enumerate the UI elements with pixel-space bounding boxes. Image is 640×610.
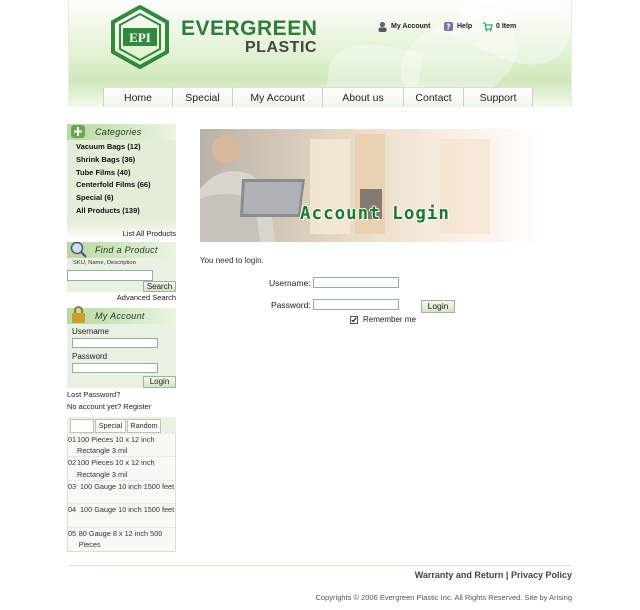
- product-search-input[interactable]: [67, 269, 153, 281]
- svg-text:?: ?: [446, 23, 451, 32]
- brand-name-line2: PLASTIC: [245, 39, 317, 56]
- nav-support[interactable]: Support: [463, 87, 533, 107]
- password-label: Password: [72, 351, 108, 361]
- find-product-title: Find a Product: [95, 244, 158, 255]
- check-icon: [351, 316, 357, 322]
- list-item[interactable]: 02 100 Pieces 10 x 12 inch Rectangle 3 m…: [68, 457, 175, 481]
- list-item[interactable]: 04 100 Gauge 10 inch 1500 feet: [68, 504, 175, 528]
- item-text: 80 Gauge 8 x 12 inch 500 Pieces: [78, 528, 163, 550]
- username-row: Username:: [269, 277, 399, 288]
- nav-home[interactable]: Home: [103, 87, 172, 107]
- sidebar-login-button[interactable]: Login: [143, 375, 176, 388]
- item-number: 03: [68, 481, 77, 491]
- password-row: Password:: [271, 299, 399, 310]
- category-item[interactable]: All Products (139): [76, 205, 176, 218]
- account-login-banner: Account Login: [200, 129, 542, 242]
- sidebar-username-input[interactable]: [72, 337, 158, 348]
- item-number: 04: [68, 505, 77, 515]
- product-tabs: Special Random: [67, 416, 176, 434]
- copyright-text: Copyrights © 2006 Evergreen Plastic Inc.…: [315, 593, 572, 602]
- tab-special[interactable]: Special: [95, 418, 126, 433]
- category-item[interactable]: Special (6): [76, 192, 176, 205]
- nav-about-us[interactable]: About us: [322, 87, 403, 107]
- remember-checkbox[interactable]: [350, 315, 358, 324]
- category-item[interactable]: Centerfold Films (66): [76, 179, 176, 192]
- item-number: 01: [68, 434, 77, 444]
- item-number: 05: [68, 528, 77, 538]
- item-text: 100 Gauge 10 inch 1500 feet: [80, 505, 175, 515]
- lost-password-link[interactable]: Lost Password?: [67, 389, 176, 401]
- item-text: 100 Pieces 10 x 12 inch Rectangle 3 mil: [77, 434, 155, 456]
- footer-divider: [68, 565, 572, 566]
- banner-title: Account Login: [300, 204, 450, 224]
- remember-row: Remember me: [350, 315, 416, 324]
- brand-name-line1: EVERGREEN: [181, 17, 318, 40]
- user-icon: [378, 21, 387, 32]
- category-item[interactable]: Tube Films (40): [76, 167, 176, 180]
- tab-blank[interactable]: [70, 418, 94, 433]
- find-product-body: SKU, Name, Description Search: [67, 257, 176, 292]
- password-label: Password:: [271, 299, 311, 310]
- list-all-products-link[interactable]: List All Products: [67, 220, 176, 240]
- categories-header: Categories: [67, 124, 176, 140]
- nav-contact[interactable]: Contact: [403, 87, 463, 107]
- top-link-my-account[interactable]: My Account: [377, 21, 430, 32]
- login-button[interactable]: Login: [421, 300, 455, 313]
- login-box: Username Password Login: [67, 323, 176, 388]
- username-input[interactable]: [312, 277, 399, 288]
- password-input[interactable]: [312, 299, 399, 310]
- site-header: EPI EVERGREEN PLASTIC My Account ? Help …: [68, 0, 572, 107]
- logo-text: EPI: [129, 30, 151, 45]
- register-link[interactable]: No account yet? Register: [67, 401, 176, 413]
- warranty-link[interactable]: Warranty and Return: [415, 570, 504, 580]
- sidebar: Categories Vacuum Bags (12) Shrink Bags …: [67, 124, 176, 553]
- tab-random[interactable]: Random: [127, 418, 161, 433]
- product-list: 01 100 Pieces 10 x 12 inch Rectangle 3 m…: [67, 433, 176, 553]
- main-nav: Home Special My Account About us Contact…: [103, 87, 533, 107]
- username-label: Username:: [269, 277, 311, 288]
- search-button[interactable]: Search: [143, 280, 176, 292]
- nav-my-account[interactable]: My Account: [232, 87, 322, 107]
- login-required-message: You need to login.: [200, 256, 264, 265]
- logo-icon[interactable]: EPI: [109, 5, 171, 69]
- remember-label: Remember me: [363, 315, 416, 324]
- search-hint: SKU, Name, Description: [73, 259, 136, 266]
- top-link-label: Help: [457, 23, 473, 30]
- top-link-cart[interactable]: 0 Item: [482, 21, 516, 32]
- list-item[interactable]: 05 80 Gauge 8 x 12 inch 500 Pieces: [68, 527, 175, 552]
- footer-separator: |: [505, 570, 509, 580]
- my-account-header: My Account: [67, 305, 176, 324]
- find-product-header: Find a Product: [67, 241, 176, 258]
- top-link-help[interactable]: ? Help: [443, 21, 472, 32]
- help-icon: ?: [444, 22, 453, 32]
- banner-photo-icon: [200, 129, 542, 242]
- sidebar-password-input[interactable]: [72, 362, 158, 373]
- nav-special[interactable]: Special: [172, 87, 232, 107]
- top-link-label: 0 Item: [496, 23, 517, 30]
- category-item[interactable]: Vacuum Bags (12): [76, 141, 176, 154]
- lock-icon: [72, 305, 85, 323]
- category-list: Vacuum Bags (12) Shrink Bags (36) Tube F…: [67, 140, 176, 221]
- list-item[interactable]: 03 100 Gauge 10 inch 1500 feet: [68, 480, 175, 505]
- cart-icon: [483, 22, 493, 32]
- privacy-link[interactable]: Privacy Policy: [511, 570, 572, 580]
- categories-icon: [71, 125, 85, 138]
- magnifier-icon: [70, 241, 87, 258]
- my-account-title: My Account: [95, 310, 145, 321]
- category-item[interactable]: Shrink Bags (36): [76, 154, 176, 167]
- list-item[interactable]: 01 100 Pieces 10 x 12 inch Rectangle 3 m…: [68, 433, 175, 458]
- item-text: 100 Pieces 10 x 12 inch Rectangle 3 mil: [77, 458, 155, 479]
- username-label: Username: [72, 326, 109, 336]
- item-number: 02: [68, 458, 77, 468]
- top-link-label: My Account: [391, 23, 431, 30]
- categories-title: Categories: [95, 127, 142, 137]
- footer-links: Warranty and Return | Privacy Policy: [415, 570, 572, 580]
- advanced-search-link[interactable]: Advanced Search: [67, 292, 176, 305]
- item-text: 100 Gauge 10 inch 1500 feet: [80, 481, 175, 491]
